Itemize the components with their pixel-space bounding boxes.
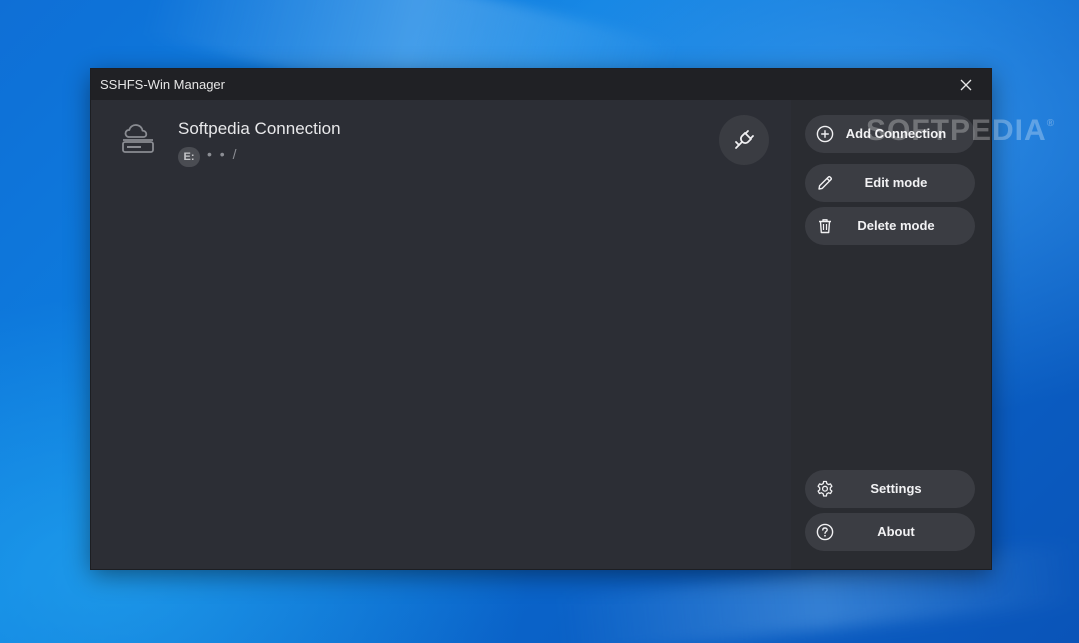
connect-button[interactable]: [719, 115, 769, 165]
trash-icon: [819, 219, 831, 234]
add-connection-button[interactable]: Add Connection: [805, 115, 975, 153]
about-button[interactable]: About: [805, 513, 975, 551]
connection-item[interactable]: Softpedia Connection E: • • /: [111, 112, 771, 172]
connection-name: Softpedia Connection: [178, 119, 341, 138]
about-label: About: [877, 524, 915, 539]
settings-button[interactable]: Settings: [805, 470, 975, 508]
title-bar[interactable]: SSHFS-Win Manager: [91, 69, 991, 100]
drive-letter-badge: E:: [178, 147, 200, 167]
close-button[interactable]: [951, 74, 981, 96]
delete-mode-button[interactable]: Delete mode: [805, 207, 975, 245]
close-icon: [960, 79, 972, 91]
sidebar: Add Connection Edit mode Delete mode Set…: [791, 100, 991, 569]
plug-connect-icon: [735, 130, 754, 149]
edit-mode-button[interactable]: Edit mode: [805, 164, 975, 202]
gear-icon: [817, 480, 833, 497]
connections-pane: Softpedia Connection E: • • /: [91, 100, 791, 569]
pencil-icon: [818, 176, 832, 190]
question-circle-icon: [816, 523, 834, 541]
app-window: SSHFS-Win Manager Softpedia Connection E…: [91, 69, 991, 569]
edit-mode-label: Edit mode: [864, 175, 928, 190]
add-connection-label: Add Connection: [845, 126, 947, 141]
window-title: SSHFS-Win Manager: [100, 77, 225, 92]
settings-label: Settings: [870, 481, 922, 496]
plus-circle-icon: [816, 125, 834, 143]
delete-mode-label: Delete mode: [857, 218, 935, 233]
connection-path: • • /: [207, 146, 239, 162]
cloud-server-icon: [119, 120, 157, 158]
